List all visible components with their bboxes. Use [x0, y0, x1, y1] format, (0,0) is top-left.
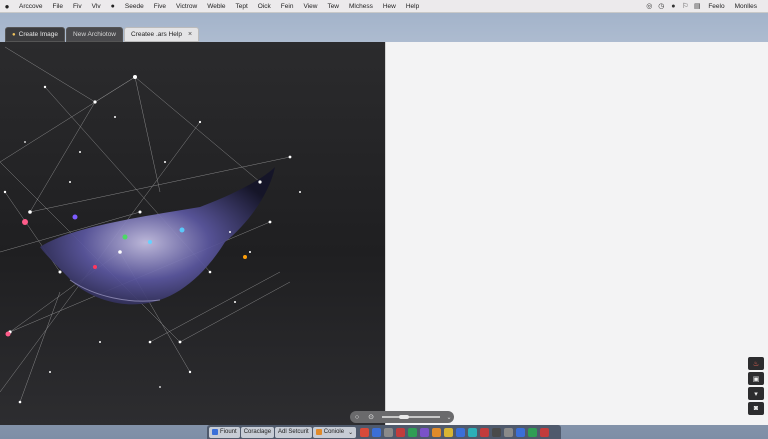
- status-text-feelo[interactable]: Feelo: [703, 3, 729, 10]
- canvas-zoom-toolbar: ○ ⊙ ⌄: [350, 411, 454, 423]
- flag-icon[interactable]: ⚐: [679, 2, 691, 10]
- dock-app-icon[interactable]: [432, 427, 442, 437]
- dock-app-icon[interactable]: [444, 427, 454, 437]
- status-area: ◎ ◷ ● ⚐ ▤ Feelo Monlles: [643, 2, 768, 11]
- dock-app-icon[interactable]: [528, 427, 538, 437]
- menu-arccove[interactable]: Arccove: [14, 3, 47, 10]
- close-icon[interactable]: ×: [188, 31, 192, 38]
- menu-bar: ● Arccove File Fiv Vlv ● Seede Five Vict…: [0, 0, 768, 13]
- dock-button-coniole[interactable]: Coniole ⌄: [312, 426, 357, 438]
- menu-seede[interactable]: Seede: [120, 3, 149, 10]
- dock-app-icon[interactable]: [492, 427, 502, 437]
- dock-app-icon[interactable]: [516, 427, 526, 437]
- menu-tept[interactable]: Tept: [231, 3, 253, 10]
- dock-app-icon[interactable]: [504, 427, 514, 437]
- app-icon: [315, 429, 322, 435]
- apple-icon[interactable]: ●: [0, 2, 14, 11]
- dock-app-icon[interactable]: [468, 427, 478, 437]
- tab-label: Create Image: [18, 31, 59, 38]
- dock-app-icon[interactable]: [456, 427, 466, 437]
- zoom-icon[interactable]: ⊙: [364, 413, 378, 421]
- dock-app-icons: [357, 427, 550, 437]
- dock-label: Coniole: [323, 429, 345, 435]
- siri-icon[interactable]: ◎: [643, 2, 655, 10]
- zoom-slider[interactable]: [382, 415, 440, 419]
- chevron-down-icon[interactable]: ⌄: [348, 429, 353, 436]
- menu-oick[interactable]: Oick: [253, 3, 276, 10]
- tab-label: New Archiotow: [73, 31, 117, 38]
- dock-label: Adl Setcurit: [278, 429, 309, 435]
- menu-victrow[interactable]: Victrow: [171, 3, 202, 10]
- blank-document-pane[interactable]: [385, 42, 768, 425]
- menu-vlv[interactable]: Vlv: [87, 3, 106, 10]
- tab-create-image[interactable]: ● Create Image: [5, 27, 66, 42]
- dock-app-icon[interactable]: [480, 427, 490, 437]
- menu-help[interactable]: Help: [401, 3, 424, 10]
- flame-icon[interactable]: ♨: [748, 357, 764, 370]
- sound-icon[interactable]: ●: [667, 3, 679, 10]
- app-icon: [212, 429, 218, 435]
- side-toolbar: ♨ ▣ ▾ ◙: [748, 357, 764, 415]
- tab-label: Createe .ars Help: [131, 31, 182, 38]
- dock-button-fiount[interactable]: Fiount: [209, 426, 240, 438]
- dock-label: Coraclage: [243, 429, 272, 435]
- lock-icon: ●: [12, 31, 16, 38]
- menu-fiv[interactable]: Fiv: [68, 3, 87, 10]
- constellation-artwork: [0, 46, 301, 404]
- dock-app-icon[interactable]: [360, 427, 370, 437]
- menu-file[interactable]: File: [47, 3, 67, 10]
- menu-fein[interactable]: Fein: [276, 3, 299, 10]
- status-text-monlles[interactable]: Monlles: [730, 3, 762, 10]
- menu-hew[interactable]: Hew: [378, 3, 401, 10]
- export-icon[interactable]: ◙: [748, 402, 764, 415]
- dock-app-icon[interactable]: [540, 427, 550, 437]
- menu-weble[interactable]: Weble: [202, 3, 230, 10]
- window-icon[interactable]: ▤: [691, 2, 703, 10]
- dock-app-icon[interactable]: [372, 427, 382, 437]
- zoom-slider-knob[interactable]: [399, 415, 410, 419]
- fit-icon[interactable]: ○: [350, 414, 364, 421]
- dock-button-adl-setcurit[interactable]: Adl Setcurit: [275, 426, 312, 438]
- menu-mlchess[interactable]: Mlchess: [344, 3, 378, 10]
- dock-app-icon[interactable]: [408, 427, 418, 437]
- dock-button-coraclage[interactable]: Coraclage: [240, 426, 275, 438]
- dock-app-icon[interactable]: [384, 427, 394, 437]
- tab-new-archiotow[interactable]: New Archiotow: [66, 27, 124, 42]
- save-icon[interactable]: ▣: [748, 372, 764, 385]
- dock-app-icon[interactable]: [420, 427, 430, 437]
- chevron-down-icon[interactable]: ⌄: [444, 414, 454, 421]
- menu-view[interactable]: View: [298, 3, 322, 10]
- apple-logo-icon: ●: [110, 2, 115, 10]
- artwork-canvas[interactable]: [0, 42, 385, 425]
- tab-create-help[interactable]: Createe .ars Help ×: [124, 27, 200, 42]
- menu-tew[interactable]: Tew: [322, 3, 344, 10]
- clock-icon[interactable]: ◷: [655, 2, 667, 10]
- tab-bar: ● Create Image New Archiotow Createe .ar…: [0, 26, 768, 42]
- dock-app-icon[interactable]: [396, 427, 406, 437]
- collapse-icon[interactable]: ▾: [748, 387, 764, 400]
- menu-five[interactable]: Five: [149, 3, 171, 10]
- taskbar-dock: Fiount Coraclage Adl Setcurit Coniole ⌄: [207, 425, 561, 439]
- dock-label: Fiount: [220, 429, 237, 435]
